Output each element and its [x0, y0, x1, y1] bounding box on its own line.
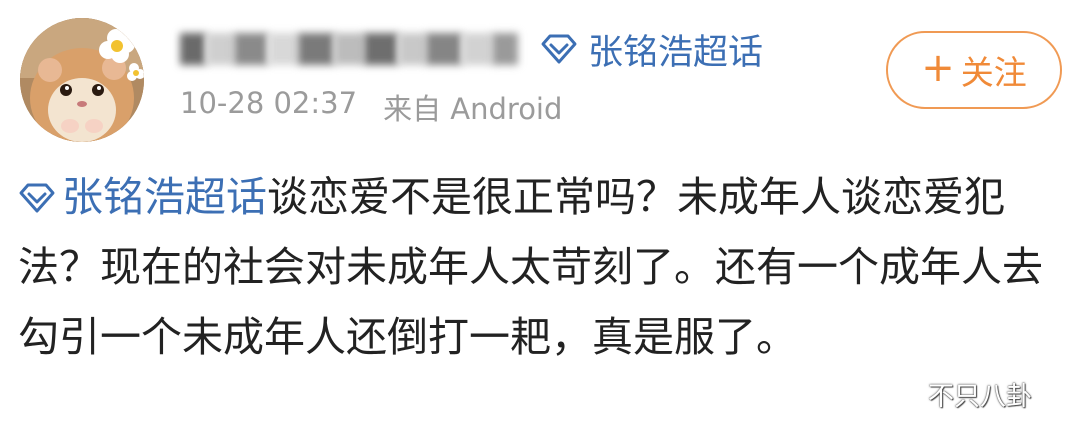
supertopic-diamond-icon: [19, 183, 55, 213]
hamster-avatar-image: [20, 18, 144, 142]
content-supertopic-link[interactable]: 张铭浩超话: [18, 173, 267, 221]
supertopic-label: 张铭浩超话: [588, 32, 764, 73]
post-source: 来自 Android: [383, 92, 563, 126]
content-supertopic-label: 张铭浩超话: [62, 173, 267, 221]
supertopic-diamond-icon: [541, 34, 577, 64]
post-time: 10-28 02:37: [180, 86, 358, 120]
follow-button[interactable]: + 关注: [886, 31, 1062, 109]
wechat-icon: [881, 380, 918, 408]
watermark: 不只八卦: [880, 376, 1032, 413]
follow-button-label: 关注: [960, 53, 1027, 92]
supertopic-link[interactable]: 张铭浩超话: [540, 26, 764, 73]
post-meta: 10-28 02:37 来自 Android: [180, 86, 562, 128]
post-content: 张铭浩超话谈恋爱不是很正常吗？未成年人谈恋爱犯法？现在的社会对未成年人太苛刻了。…: [18, 162, 1048, 372]
avatar[interactable]: [20, 18, 144, 142]
plus-icon: +: [921, 45, 955, 91]
weibo-post: 张铭浩超话 10-28 02:37 来自 Android + 关注 张铭浩超话谈…: [0, 0, 1067, 440]
watermark-label: 不只八卦: [928, 382, 1033, 412]
username-blurred[interactable]: [180, 30, 518, 68]
